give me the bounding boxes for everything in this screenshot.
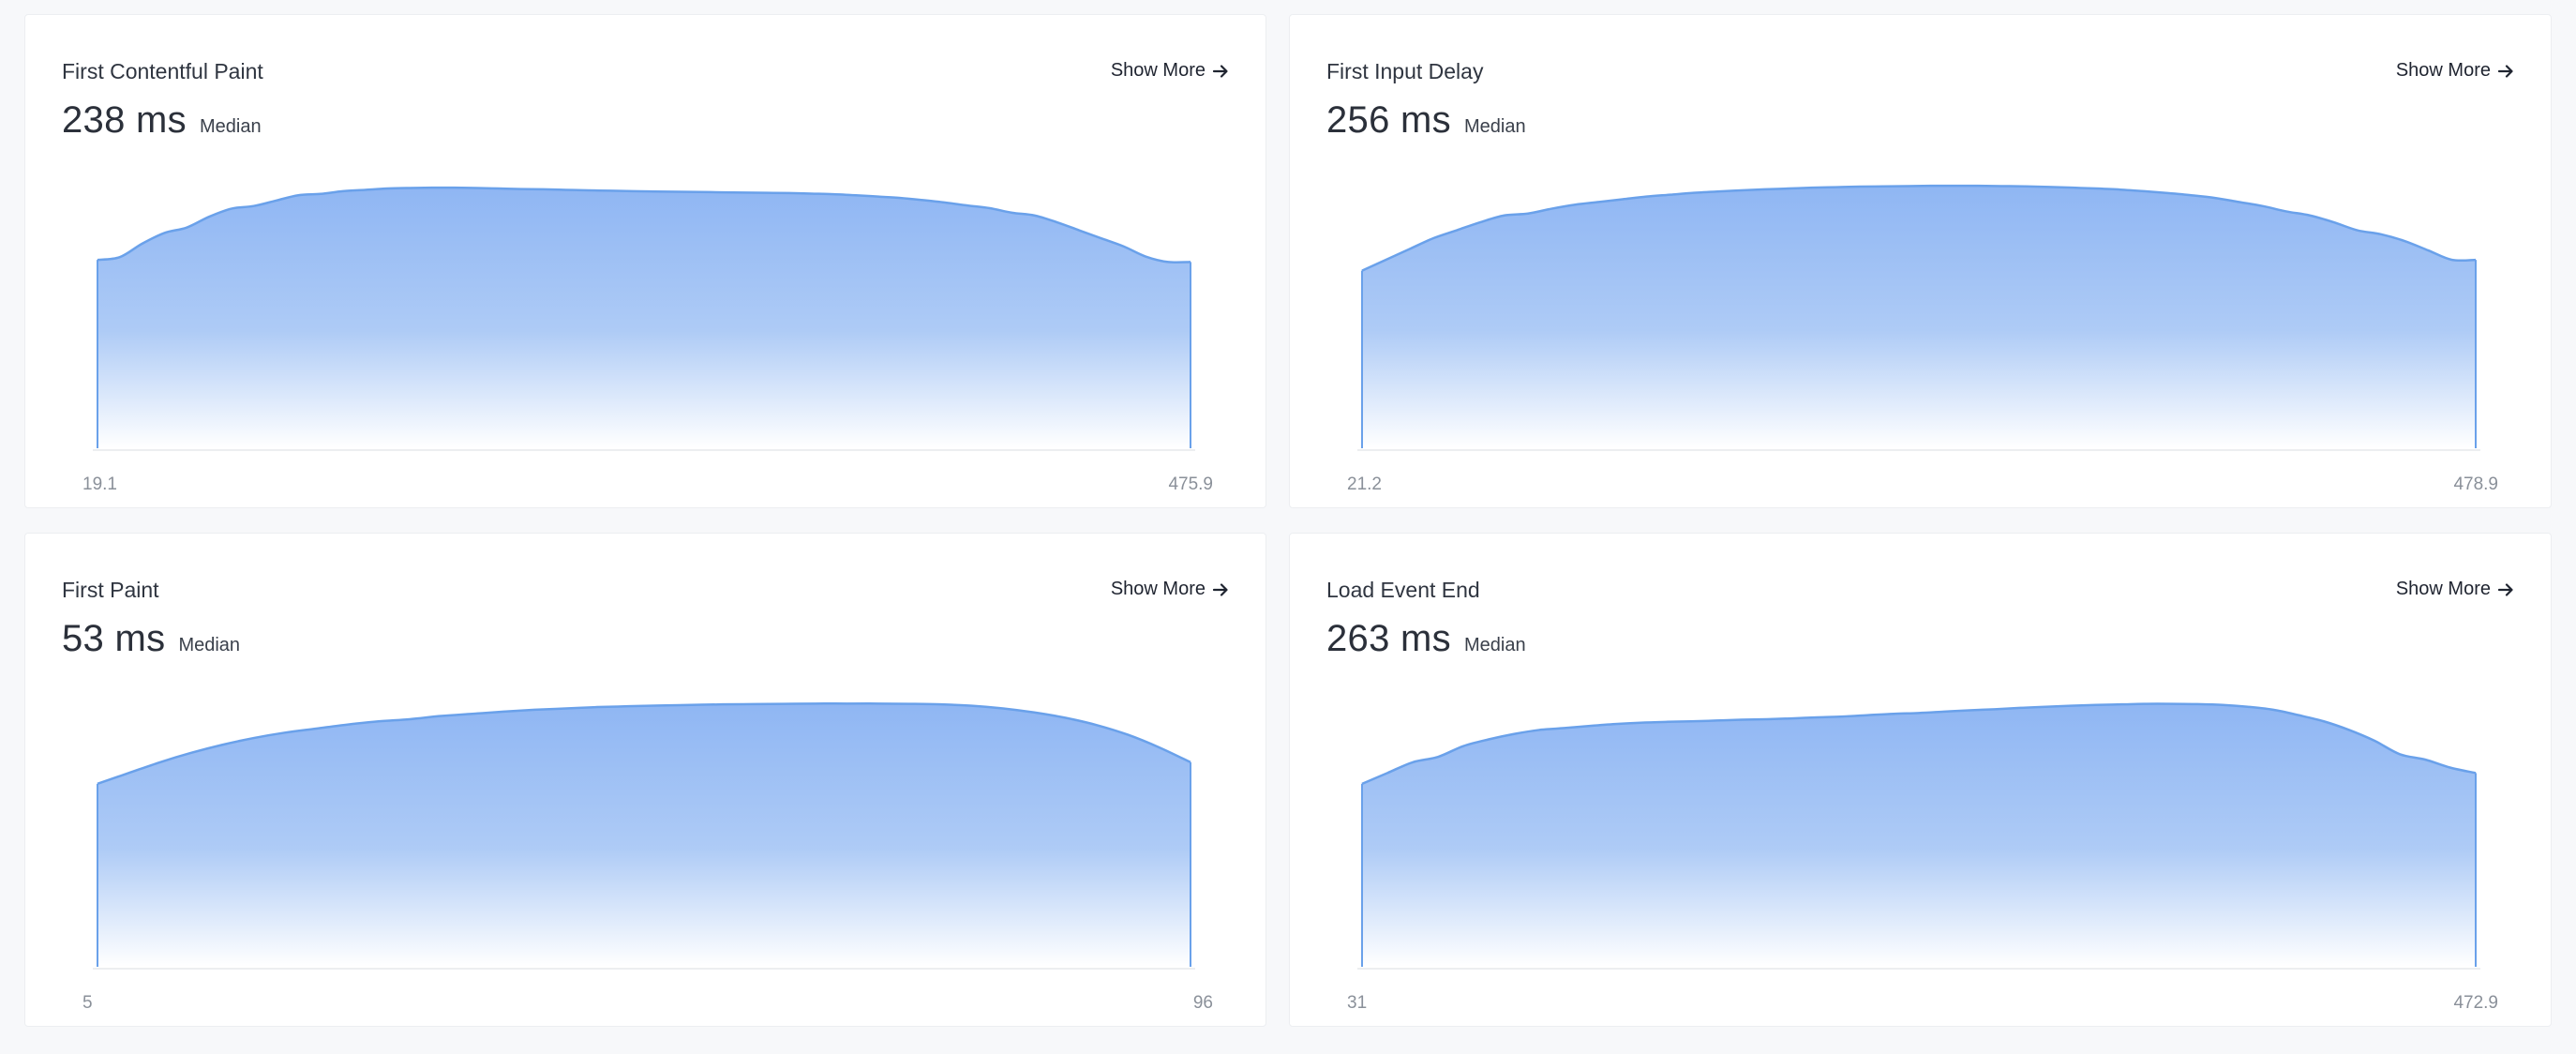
- x-axis-max-label: 478.9: [2453, 474, 2498, 494]
- show-more-link[interactable]: Show More: [2396, 579, 2515, 600]
- distribution-chart: [1357, 702, 2480, 970]
- median-metric: 263 ms Median: [1326, 618, 1526, 660]
- show-more-link[interactable]: Show More: [2396, 60, 2515, 82]
- card-title: First Input Delay: [1326, 59, 1484, 83]
- card-title: First Contentful Paint: [62, 59, 263, 83]
- arrow-right-icon: [2497, 582, 2513, 596]
- show-more-label: Show More: [1110, 60, 1206, 81]
- distribution-chart: [93, 186, 1195, 451]
- x-axis-min-label: 5: [82, 993, 93, 1013]
- distribution-area: [1362, 186, 2476, 448]
- distribution-area: [97, 703, 1191, 967]
- metric-card: First Input Delay Show More 256 ms Media…: [1289, 14, 2552, 508]
- x-axis-min-label: 21.2: [1347, 474, 1382, 494]
- arrow-right-icon: [2497, 64, 2513, 78]
- median-label: Median: [1463, 635, 1526, 655]
- median-metric: 53 ms Median: [62, 618, 240, 660]
- distribution-chart: [1357, 184, 2480, 451]
- x-axis-max-label: 96: [1192, 993, 1213, 1013]
- x-axis-min-label: 19.1: [82, 474, 117, 494]
- distribution-chart: [93, 702, 1195, 970]
- median-value: 238 ms: [62, 99, 187, 141]
- median-value: 263 ms: [1326, 618, 1451, 659]
- median-metric: 256 ms Median: [1326, 99, 1526, 142]
- x-axis-max-label: 472.9: [2453, 993, 2498, 1013]
- distribution-area: [97, 188, 1191, 448]
- arrow-right-icon: [1212, 64, 1228, 78]
- show-more-label: Show More: [2395, 60, 2491, 81]
- median-label: Median: [178, 635, 241, 655]
- show-more-link[interactable]: Show More: [1111, 579, 1230, 600]
- card-title: First Paint: [62, 578, 159, 602]
- show-more-label: Show More: [1110, 579, 1206, 599]
- metric-card: Load Event End Show More 263 ms Median 3…: [1289, 533, 2552, 1027]
- median-metric: 238 ms Median: [62, 99, 262, 142]
- arrow-right-icon: [1212, 582, 1228, 596]
- x-axis-min-label: 31: [1347, 993, 1368, 1013]
- metric-card: First Contentful Paint Show More 238 ms …: [24, 14, 1266, 508]
- distribution-area: [1362, 703, 2476, 967]
- metric-card: First Paint Show More 53 ms Median 5 96: [24, 533, 1266, 1027]
- show-more-label: Show More: [2395, 579, 2491, 599]
- card-title: Load Event End: [1326, 578, 1480, 602]
- median-value: 53 ms: [62, 618, 166, 659]
- show-more-link[interactable]: Show More: [1111, 60, 1230, 82]
- median-label: Median: [199, 116, 262, 137]
- median-value: 256 ms: [1326, 99, 1451, 141]
- median-label: Median: [1463, 116, 1526, 137]
- x-axis-max-label: 475.9: [1168, 474, 1213, 494]
